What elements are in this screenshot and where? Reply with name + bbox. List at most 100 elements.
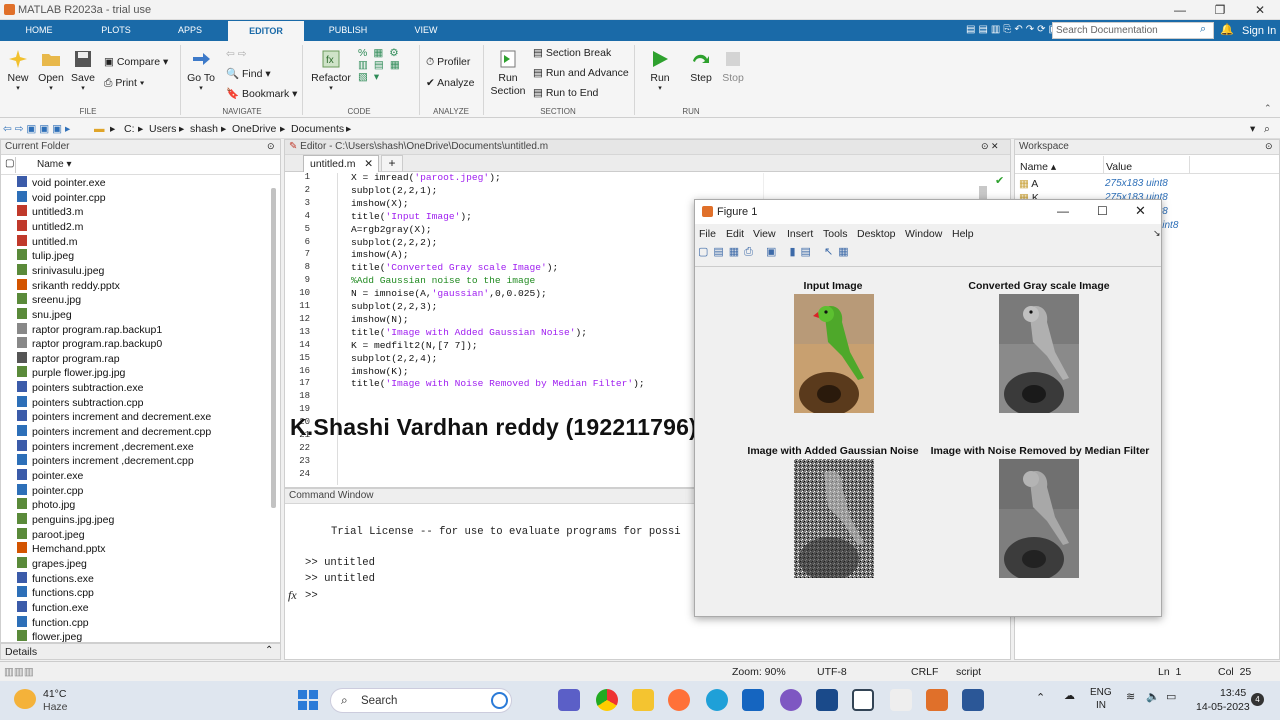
file-item[interactable]: purple flower.jpg.jpg (17, 366, 125, 379)
figure-menu-edit[interactable]: Edit (726, 228, 744, 240)
figure-minimize-button[interactable]: — (1057, 204, 1069, 218)
weather-icon[interactable] (14, 689, 36, 709)
raptor-icon[interactable] (890, 689, 912, 711)
file-item[interactable]: untitled2.m (17, 219, 83, 233)
dock-icon[interactable]: ↘ (1153, 228, 1161, 239)
stop-button[interactable]: Stop (718, 49, 748, 84)
tab-plots[interactable]: PLOTS (78, 20, 154, 41)
run-section-button[interactable]: Run Section (488, 49, 528, 98)
workspace-menu-icon[interactable]: ⊙ (1265, 141, 1273, 152)
code-line[interactable]: subplot(2,2,1); (351, 185, 437, 196)
print-button[interactable]: ⎙ Print ▾ (104, 77, 144, 90)
file-item[interactable]: void pointer.exe (17, 176, 106, 189)
run-button[interactable]: Run ▾ (645, 49, 675, 92)
scrollbar[interactable] (271, 188, 276, 508)
column-name[interactable]: Name ▾ (37, 159, 71, 170)
open-button[interactable]: Open ▾ (37, 49, 65, 92)
chrome-icon[interactable] (596, 689, 618, 711)
maximize-button[interactable]: ❐ (1200, 0, 1240, 20)
run-advance-button[interactable]: ▤ Run and Advance (533, 67, 629, 79)
refactor-button[interactable]: fx Refactor ▾ (310, 49, 352, 92)
command-prompt[interactable]: >> (305, 590, 318, 602)
edge-icon[interactable] (706, 689, 728, 711)
battery-icon[interactable]: ▭ (1166, 690, 1176, 703)
address-dropdown-icon[interactable]: ▾ (1250, 123, 1255, 135)
close-tab-icon[interactable]: ✕ (364, 158, 373, 170)
code-line[interactable]: subplot(2,2,2); (351, 237, 437, 248)
code-line[interactable]: subplot(2,2,4); (351, 353, 437, 364)
figure-menu-window[interactable]: Window (905, 228, 942, 240)
weather-temp[interactable]: 41°C (43, 688, 66, 700)
file-item[interactable]: pointers increment and decrement.exe (17, 410, 211, 423)
code-line[interactable]: %Add Gaussian noise to the image (351, 275, 535, 286)
file-item[interactable]: functions.cpp (17, 586, 94, 599)
figure-close-button[interactable]: ✕ (1135, 203, 1146, 219)
copilot-icon[interactable] (780, 689, 802, 711)
word-icon[interactable] (962, 689, 984, 711)
code-line[interactable]: subplot(2,2,3); (351, 301, 437, 312)
file-item[interactable]: untitled.m (17, 234, 78, 248)
code-line[interactable]: X = imread('paroot.jpeg'); (351, 172, 501, 183)
step-button[interactable]: Step (686, 49, 716, 84)
file-item[interactable]: tulip.jpeg (17, 249, 74, 262)
clock-date[interactable]: 14-05-2023 (1196, 701, 1250, 713)
panel-menu-icon[interactable]: ⊙ (267, 141, 275, 152)
code-line[interactable]: N = imnoise(A,'gaussian',0,0.025); (351, 288, 547, 299)
fx-icon[interactable]: fx (288, 588, 297, 603)
find-button[interactable]: 🔍 Find ▾ (226, 67, 271, 80)
goto-button[interactable]: Go To ▾ (186, 49, 216, 92)
search-documentation-input[interactable]: Search Documentation (1052, 22, 1214, 39)
file-item[interactable]: functions.exe (17, 571, 94, 585)
file-item[interactable]: function.exe (17, 600, 89, 614)
breadcrumb-onedrive[interactable]: OneDrive (232, 123, 276, 135)
file-explorer-icon[interactable] (632, 689, 654, 711)
code-line[interactable]: imshow(X); (351, 198, 409, 209)
close-button[interactable]: ✕ (1240, 0, 1280, 20)
file-item[interactable]: photo.jpg (17, 498, 75, 511)
tab-untitled-m[interactable]: untitled.m ✕ (303, 155, 379, 172)
new-button[interactable]: New ▾ (5, 49, 31, 92)
expand-icon[interactable]: ⌃ (265, 645, 273, 656)
code-line[interactable]: imshow(K); (351, 366, 409, 377)
file-item[interactable]: raptor program.rap (17, 351, 120, 365)
details-panel[interactable]: Details ⌃ (0, 643, 281, 660)
wifi-icon[interactable]: ≋ (1126, 690, 1135, 703)
figure-menu-tools[interactable]: Tools (823, 228, 848, 240)
file-item[interactable]: function.cpp (17, 615, 89, 629)
back-forward-icons[interactable]: ⇦ ⇨ (226, 48, 247, 60)
file-item[interactable]: snu.jpeg (17, 307, 72, 321)
cloud-icon[interactable]: ☁ (1064, 689, 1075, 702)
breadcrumb-users[interactable]: Users (149, 123, 176, 135)
profiler-button[interactable]: ⏱ Profiler (426, 56, 470, 69)
code-line[interactable]: title('Input Image'); (351, 211, 472, 222)
ws-col-name[interactable]: Name ▴ (1020, 161, 1056, 173)
firefox-icon[interactable] (668, 689, 690, 711)
code-line[interactable]: imshow(A); (351, 249, 409, 260)
editor-scrollbar[interactable] (979, 186, 987, 200)
clock-time[interactable]: 13:45 (1220, 687, 1246, 699)
file-item[interactable]: pointer.cpp (17, 483, 83, 497)
figure-toolbar[interactable]: ▢▤▦⎙ ▣ ▮▤ ↖▦ (698, 245, 854, 259)
defender-icon[interactable] (742, 689, 764, 711)
file-item[interactable]: pointers subtraction.cpp (17, 395, 143, 409)
sign-in-link[interactable]: Sign In (1242, 25, 1276, 37)
file-item[interactable]: pointers subtraction.exe (17, 381, 143, 394)
code-line[interactable]: title('Converted Gray scale Image'); (351, 262, 558, 273)
file-item[interactable]: flower.jpeg (17, 630, 82, 643)
figure-menu-insert[interactable]: Insert (787, 228, 813, 240)
breadcrumb-c[interactable]: C: (124, 123, 135, 135)
code-line[interactable]: imshow(N); (351, 314, 409, 325)
code-line[interactable]: title('Image with Noise Removed by Media… (351, 378, 645, 389)
tab-publish[interactable]: PUBLISH (305, 20, 391, 41)
code-line[interactable]: title('Image with Added Gaussian Noise')… (351, 327, 587, 338)
figure-menu-help[interactable]: Help (952, 228, 974, 240)
file-item[interactable]: srinivasulu.jpeg (17, 263, 104, 277)
file-item[interactable]: pointer.exe (17, 469, 83, 482)
nav-arrows-icon[interactable]: ⇦ ⇨ ▣ ▣ ▣ ▸ (3, 123, 70, 135)
analyze-button[interactable]: ✔ Analyze (426, 77, 475, 89)
code-line[interactable]: A=rgb2gray(X); (351, 224, 432, 235)
matlab-taskbar-icon[interactable] (926, 689, 948, 711)
file-item[interactable]: pointers increment ,decrement.cpp (17, 454, 194, 467)
breadcrumb-shash[interactable]: shash (190, 123, 218, 135)
editor-menu-icon[interactable]: ⊙ ✕ (981, 141, 999, 152)
